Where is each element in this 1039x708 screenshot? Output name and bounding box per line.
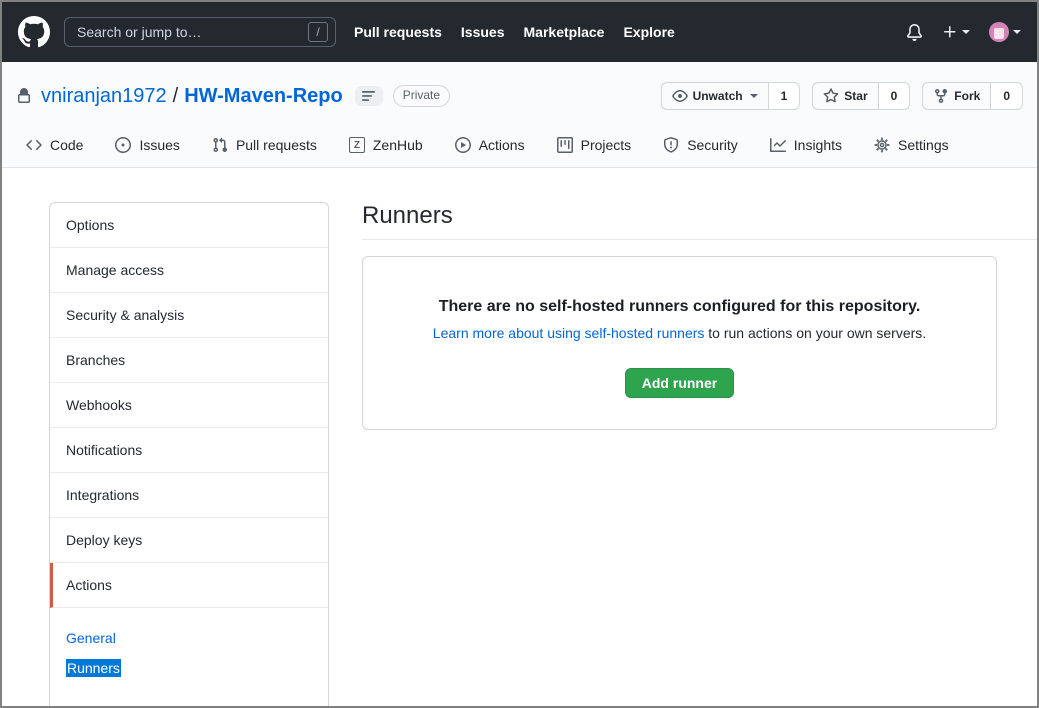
settings-content: Options Manage access Security & analysi…	[2, 168, 1037, 708]
repository-title-row: vniranjan1972 / HW-Maven-Repo Private Un…	[2, 80, 1037, 112]
nav-explore[interactable]: Explore	[623, 24, 674, 40]
chevron-down-icon	[962, 30, 970, 34]
tab-insights[interactable]: Insights	[754, 125, 858, 167]
repo-name-link[interactable]: HW-Maven-Repo	[184, 85, 343, 108]
private-badge: Private	[393, 85, 450, 107]
chevron-down-icon	[750, 94, 758, 98]
no-runners-empty-state: There are no self-hosted runners configu…	[362, 256, 997, 430]
play-circle-icon	[455, 137, 471, 153]
page-title: Runners	[362, 202, 1037, 240]
top-navigation-bar: / Pull requests Issues Marketplace Explo…	[2, 2, 1037, 62]
plus-icon	[942, 24, 958, 40]
user-menu-button[interactable]	[989, 22, 1021, 42]
sidebar-item-actions[interactable]: Actions	[50, 563, 328, 608]
tab-settings[interactable]: Settings	[858, 125, 965, 167]
tab-issues[interactable]: Issues	[99, 125, 195, 167]
list-icon	[361, 90, 377, 102]
tab-security[interactable]: Security	[647, 125, 754, 167]
repo-owner-link[interactable]: vniranjan1972	[41, 85, 167, 108]
sidebar-item-webhooks[interactable]: Webhooks	[50, 383, 328, 428]
slash-shortcut-hint: /	[308, 22, 328, 42]
forks-count[interactable]: 0	[991, 82, 1023, 110]
eye-icon	[672, 88, 688, 104]
create-new-dropdown-button[interactable]	[942, 24, 970, 40]
learn-more-link[interactable]: Learn more about using self-hosted runne…	[433, 325, 705, 341]
project-board-icon	[557, 137, 573, 153]
shield-icon	[663, 137, 679, 153]
sidebar-item-security-analysis[interactable]: Security & analysis	[50, 293, 328, 338]
star-button[interactable]: Star	[812, 82, 878, 110]
chevron-down-icon	[1013, 30, 1021, 34]
gear-icon	[874, 137, 890, 153]
user-avatar	[989, 22, 1009, 42]
watch-button-group: Unwatch 1	[661, 82, 801, 110]
graph-icon	[770, 137, 786, 153]
top-right-controls	[906, 22, 1021, 42]
description-tail: to run actions on your own servers.	[704, 325, 926, 341]
repository-header: vniranjan1972 / HW-Maven-Repo Private Un…	[2, 62, 1037, 168]
tab-zenhub[interactable]: Z ZenHub	[333, 125, 439, 167]
unwatch-button[interactable]: Unwatch	[661, 82, 769, 110]
global-search-box: /	[64, 17, 336, 47]
breadcrumb-separator: /	[173, 85, 179, 108]
tab-projects[interactable]: Projects	[541, 125, 648, 167]
stars-count[interactable]: 0	[879, 82, 911, 110]
star-button-group: Star 0	[812, 82, 910, 110]
fork-button[interactable]: Fork	[922, 82, 991, 110]
lock-icon	[16, 88, 32, 104]
empty-state-description: Learn more about using self-hosted runne…	[387, 325, 972, 341]
git-pull-request-icon	[212, 137, 228, 153]
empty-state-heading: There are no self-hosted runners configu…	[387, 298, 972, 316]
top-nav-links: Pull requests Issues Marketplace Explore	[354, 24, 675, 40]
nav-pull-requests[interactable]: Pull requests	[354, 24, 442, 40]
search-input[interactable]	[75, 23, 308, 41]
sidebar-item-options[interactable]: Options	[50, 203, 328, 248]
sidebar-item-integrations[interactable]: Integrations	[50, 473, 328, 518]
fork-icon	[933, 88, 949, 104]
code-icon	[26, 137, 42, 153]
sub-item-general[interactable]: General	[66, 629, 116, 647]
octocat-icon	[18, 16, 50, 48]
sidebar-item-notifications[interactable]: Notifications	[50, 428, 328, 473]
watchers-count[interactable]: 1	[769, 82, 801, 110]
tab-actions[interactable]: Actions	[439, 125, 541, 167]
notifications-bell-button[interactable]	[906, 24, 923, 41]
actions-sub-navigation: General Runners	[50, 608, 328, 708]
bell-icon	[906, 24, 923, 41]
runners-panel: Runners There are no self-hosted runners…	[362, 202, 1037, 430]
sidebar-item-branches[interactable]: Branches	[50, 338, 328, 383]
sidebar-item-manage-access[interactable]: Manage access	[50, 248, 328, 293]
repository-breadcrumb: vniranjan1972 / HW-Maven-Repo	[41, 85, 343, 108]
github-logo-icon[interactable]	[18, 16, 50, 48]
github-repo-settings-window: / Pull requests Issues Marketplace Explo…	[0, 0, 1039, 708]
star-icon	[823, 88, 839, 104]
nav-issues[interactable]: Issues	[461, 24, 505, 40]
fork-button-group: Fork 0	[922, 82, 1023, 110]
list-unordered-button[interactable]	[355, 86, 383, 106]
issue-opened-icon	[115, 137, 131, 153]
repo-action-buttons: Unwatch 1 Star 0 Fork	[661, 82, 1023, 110]
tab-pull-requests[interactable]: Pull requests	[196, 125, 333, 167]
zenhub-z-icon: Z	[349, 137, 365, 153]
sub-item-runners[interactable]: Runners	[66, 659, 121, 677]
add-runner-button[interactable]: Add runner	[625, 368, 734, 398]
settings-sidebar: Options Manage access Security & analysi…	[49, 202, 329, 708]
sidebar-item-deploy-keys[interactable]: Deploy keys	[50, 518, 328, 563]
tab-code[interactable]: Code	[10, 125, 99, 167]
repository-tabs: Code Issues Pull requests Z ZenHub Actio…	[2, 125, 1037, 167]
nav-marketplace[interactable]: Marketplace	[524, 24, 605, 40]
